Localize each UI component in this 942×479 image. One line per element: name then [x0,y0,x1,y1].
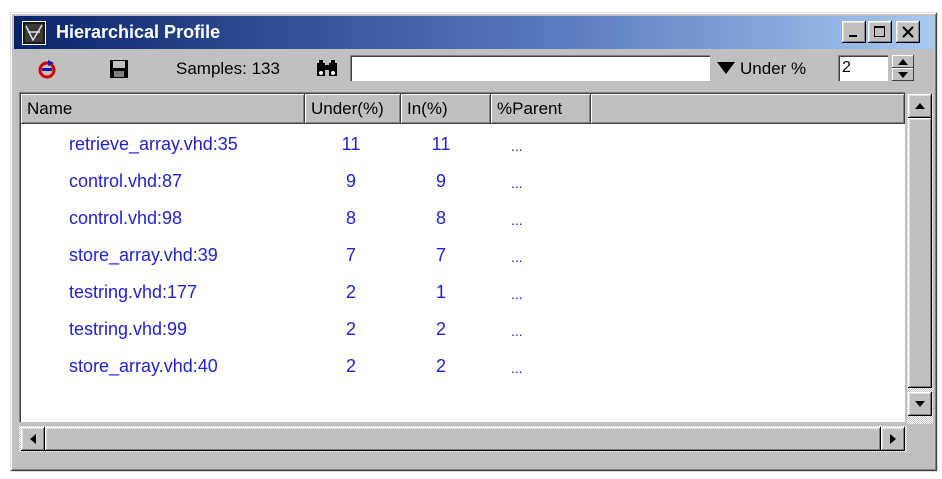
binoculars-icon[interactable] [314,57,340,81]
row-under: 8 [345,208,356,228]
spin-down-icon[interactable] [892,68,914,81]
window-title: Hierarchical Profile [56,22,221,42]
row-in: 1 [435,282,446,302]
row-parent: ... [511,286,523,302]
row-in: 9 [435,171,446,191]
samples-count: Samples: 133 [176,59,280,78]
table-row[interactable]: store_array.vhd:39 7 7 ... [21,239,891,276]
table-row[interactable]: store_array.vhd:40 2 2 ... [21,350,891,387]
row-in: 11 [431,134,451,154]
profile-list[interactable]: Name Under(%) In(%) %Parent retrieve_arr… [19,92,905,422]
row-parent: ... [511,360,523,376]
row-in: 2 [435,356,446,376]
scroll-up-icon[interactable] [908,94,932,118]
row-name: store_array.vhd:40 [69,356,218,376]
table-row[interactable]: retrieve_array.vhd:35 11 11 ... [21,128,891,165]
row-in: 8 [435,208,446,228]
row-under: 2 [345,282,356,302]
table-row[interactable]: control.vhd:98 8 8 ... [21,202,891,239]
row-under: 9 [345,171,356,191]
column-header-name[interactable]: Name [21,94,305,124]
maximize-button[interactable] [868,21,892,43]
spin-up-icon[interactable] [892,55,914,68]
app-icon[interactable] [22,21,46,45]
scroll-left-icon[interactable] [21,427,45,451]
close-button[interactable] [896,21,920,43]
column-header-in[interactable]: In(%) [401,94,491,124]
column-header-filler [591,94,905,124]
scroll-down-icon[interactable] [908,392,932,416]
column-header-parent[interactable]: %Parent [491,94,591,124]
scroll-right-icon[interactable] [881,427,905,451]
profile-window: Hierarchical Profile Samples: 133 Under … [10,12,938,472]
row-name: control.vhd:98 [69,208,183,228]
save-icon[interactable] [106,57,132,81]
row-in: 7 [435,245,446,265]
search-input[interactable] [350,55,710,81]
row-under: 11 [341,134,361,154]
title-bar[interactable]: Hierarchical Profile [14,16,934,49]
row-parent: ... [511,175,523,191]
row-under: 2 [345,319,356,339]
row-name: testring.vhd:99 [69,319,188,339]
under-percent-field[interactable] [838,55,888,81]
minimize-button[interactable] [842,21,866,43]
row-parent: ... [511,138,523,154]
chevron-down-icon[interactable] [714,56,738,80]
row-name: store_array.vhd:39 [69,245,218,265]
refresh-icon[interactable] [34,57,60,81]
column-header-under[interactable]: Under(%) [305,94,401,124]
horizontal-scroll-thumb[interactable] [45,427,881,451]
row-in: 2 [435,319,446,339]
row-name: control.vhd:87 [69,171,183,191]
vertical-scroll-thumb[interactable] [908,118,932,388]
table-row[interactable]: testring.vhd:177 2 1 ... [21,276,891,313]
toolbar: Samples: 133 Under % [14,51,934,87]
row-under: 7 [345,245,356,265]
column-header-row: Name Under(%) In(%) %Parent [21,94,905,124]
under-percent-label: Under % [740,59,807,78]
vertical-scrollbar[interactable] [907,94,933,424]
row-parent: ... [511,212,523,228]
table-row[interactable]: testring.vhd:99 2 2 ... [21,313,891,350]
row-parent: ... [511,249,523,265]
row-name: retrieve_array.vhd:35 [69,134,238,154]
under-percent-stepper[interactable] [892,55,914,81]
scrollbar-corner [907,426,933,452]
row-name: testring.vhd:177 [69,282,198,302]
table-row[interactable]: control.vhd:87 9 9 ... [21,165,891,202]
horizontal-scrollbar[interactable] [19,426,907,452]
row-parent: ... [511,323,523,339]
row-under: 2 [345,356,356,376]
